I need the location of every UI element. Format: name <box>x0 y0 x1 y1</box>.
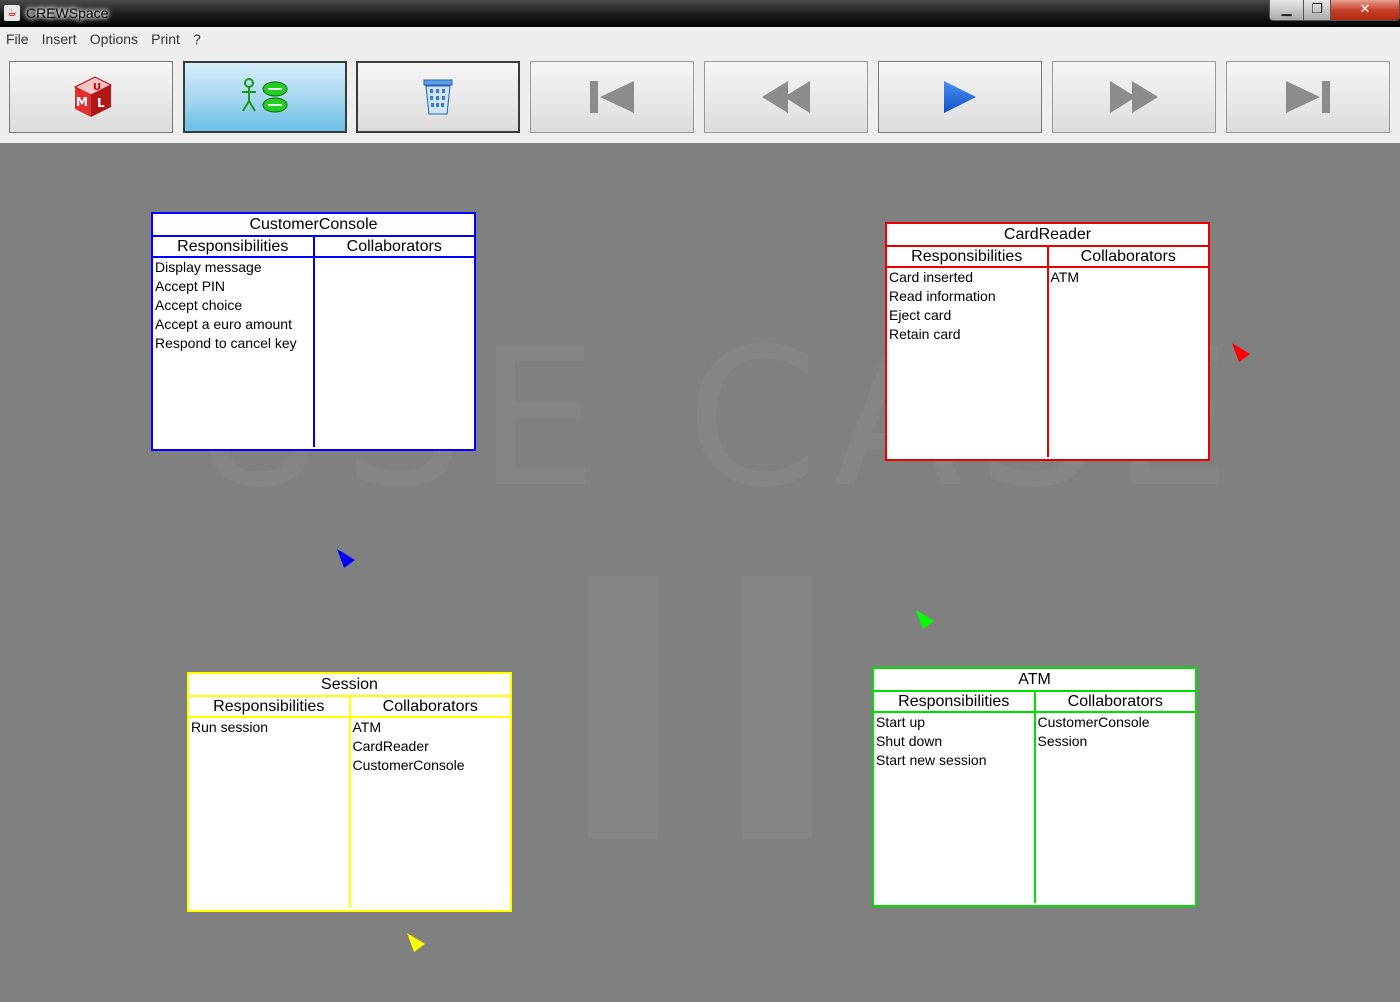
responsibilities-header: Responsibilities <box>189 697 351 716</box>
collaborator-item[interactable]: ATM <box>353 718 509 737</box>
menu-file[interactable]: File <box>4 27 31 52</box>
responsibility-item[interactable]: Display message <box>155 258 311 277</box>
collaborators-list <box>315 258 475 447</box>
trash-icon <box>423 79 453 115</box>
collaborators-header: Collaborators <box>382 698 478 715</box>
responsibility-item[interactable]: Accept choice <box>155 296 311 315</box>
green-user-cursor-icon <box>916 610 934 629</box>
responsibility-item[interactable]: Accept a euro amount <box>155 315 311 334</box>
window-title: CREWSpace <box>26 5 109 21</box>
uml-button[interactable]: U M L <box>9 61 173 133</box>
crc-button[interactable] <box>183 61 347 133</box>
card-title: CardReader <box>887 224 1208 247</box>
responsibilities-list: Card inserted Read information Eject car… <box>887 268 1049 457</box>
responsibility-item[interactable]: Eject card <box>889 306 1045 325</box>
title-bar: ☕ CREWSpace ▁ ❐ ✕ <box>0 0 1400 27</box>
svg-text:U: U <box>93 82 101 93</box>
menu-options[interactable]: Options <box>88 27 140 52</box>
responsibility-item[interactable]: Respond to cancel key <box>155 334 311 353</box>
trash-button[interactable] <box>356 61 520 133</box>
fast-forward-button[interactable] <box>1052 61 1216 133</box>
last-button[interactable] <box>1226 61 1390 133</box>
collaborators-header: Collaborators <box>1067 693 1163 710</box>
collaborator-item[interactable]: CustomerConsole <box>1038 713 1194 732</box>
responsibility-item[interactable]: Shut down <box>876 732 1032 751</box>
card-body: Start up Shut down Start new session Cus… <box>874 713 1195 903</box>
card-header: Responsibilities Collaborators <box>874 692 1195 713</box>
collaborator-item[interactable]: CardReader <box>353 737 509 756</box>
collaborators-header: Collaborators <box>346 238 442 255</box>
responsibilities-list: Start up Shut down Start new session <box>874 713 1036 903</box>
play-icon <box>944 81 976 113</box>
card-body: Run session ATM CardReader CustomerConso… <box>189 718 510 908</box>
crc-card[interactable]: CustomerConsole Responsibilities Collabo… <box>151 212 476 451</box>
red-user-cursor-icon <box>1232 343 1250 362</box>
first-button[interactable] <box>530 61 694 133</box>
card-header: Responsibilities Collaborators <box>153 237 474 258</box>
menu-help[interactable]: ? <box>191 27 203 52</box>
toolbar: U M L <box>0 52 1400 143</box>
collaborators-list: ATM <box>1049 268 1209 457</box>
collaborator-item[interactable]: Session <box>1038 732 1194 751</box>
responsibility-item[interactable]: Start up <box>876 713 1032 732</box>
collaborators-list: CustomerConsole Session <box>1036 713 1196 903</box>
crc-card[interactable]: CardReader Responsibilities Collaborator… <box>885 222 1210 461</box>
collaborators-header: Collaborators <box>1080 248 1176 265</box>
card-title: CustomerConsole <box>153 214 474 237</box>
crc-card[interactable]: Session Responsibilities Collaborators R… <box>187 672 512 912</box>
yellow-user-cursor-icon <box>407 933 425 952</box>
play-button[interactable] <box>878 61 1042 133</box>
responsibilities-list: Display message Accept PIN Accept choice… <box>153 258 315 447</box>
responsibilities-header: Responsibilities <box>887 247 1049 266</box>
uml-icon: U M L <box>73 76 113 117</box>
responsibility-item[interactable]: Start new session <box>876 751 1032 770</box>
card-body: Card inserted Read information Eject car… <box>887 268 1208 457</box>
responsibilities-header: Responsibilities <box>153 237 315 256</box>
watermark-pause-bar <box>588 576 658 839</box>
rewind-button[interactable] <box>704 61 868 133</box>
card-body: Display message Accept PIN Accept choice… <box>153 258 474 447</box>
responsibilities-header: Responsibilities <box>874 692 1036 711</box>
collaborators-list: ATM CardReader CustomerConsole <box>351 718 511 908</box>
maximize-button[interactable]: ❐ <box>1303 0 1331 21</box>
crc-canvas[interactable]: USE CASE CustomerConsole Responsibilitie… <box>0 143 1400 1002</box>
watermark-pause-bar <box>742 576 812 839</box>
close-button[interactable]: ✕ <box>1330 0 1400 21</box>
menu-insert[interactable]: Insert <box>40 27 79 52</box>
skip-to-end-icon <box>1286 81 1330 113</box>
svg-text:M: M <box>76 95 88 109</box>
responsibility-item[interactable]: Accept PIN <box>155 277 311 296</box>
responsibility-item[interactable]: Retain card <box>889 325 1045 344</box>
skip-to-start-icon <box>590 81 634 113</box>
card-title: Session <box>189 674 510 697</box>
fast-forward-icon <box>1110 81 1158 113</box>
menu-bar: File Insert Options Print ? <box>0 27 1400 52</box>
card-header: Responsibilities Collaborators <box>189 697 510 718</box>
collaborator-item[interactable]: ATM <box>1051 268 1207 287</box>
crc-card-icon <box>242 78 288 113</box>
responsibilities-list: Run session <box>189 718 351 908</box>
responsibility-item[interactable]: Card inserted <box>889 268 1045 287</box>
crc-card[interactable]: ATM Responsibilities Collaborators Start… <box>872 667 1197 907</box>
minimize-button[interactable]: ▁ <box>1269 0 1304 21</box>
card-title: ATM <box>874 669 1195 692</box>
responsibility-item[interactable]: Run session <box>191 718 347 737</box>
menu-print[interactable]: Print <box>149 27 182 52</box>
card-header: Responsibilities Collaborators <box>887 247 1208 268</box>
svg-text:L: L <box>97 96 105 110</box>
blue-user-cursor-icon <box>337 549 355 568</box>
java-app-icon: ☕ <box>4 5 20 21</box>
responsibility-item[interactable]: Read information <box>889 287 1045 306</box>
rewind-icon <box>762 81 810 113</box>
collaborator-item[interactable]: CustomerConsole <box>353 756 509 775</box>
